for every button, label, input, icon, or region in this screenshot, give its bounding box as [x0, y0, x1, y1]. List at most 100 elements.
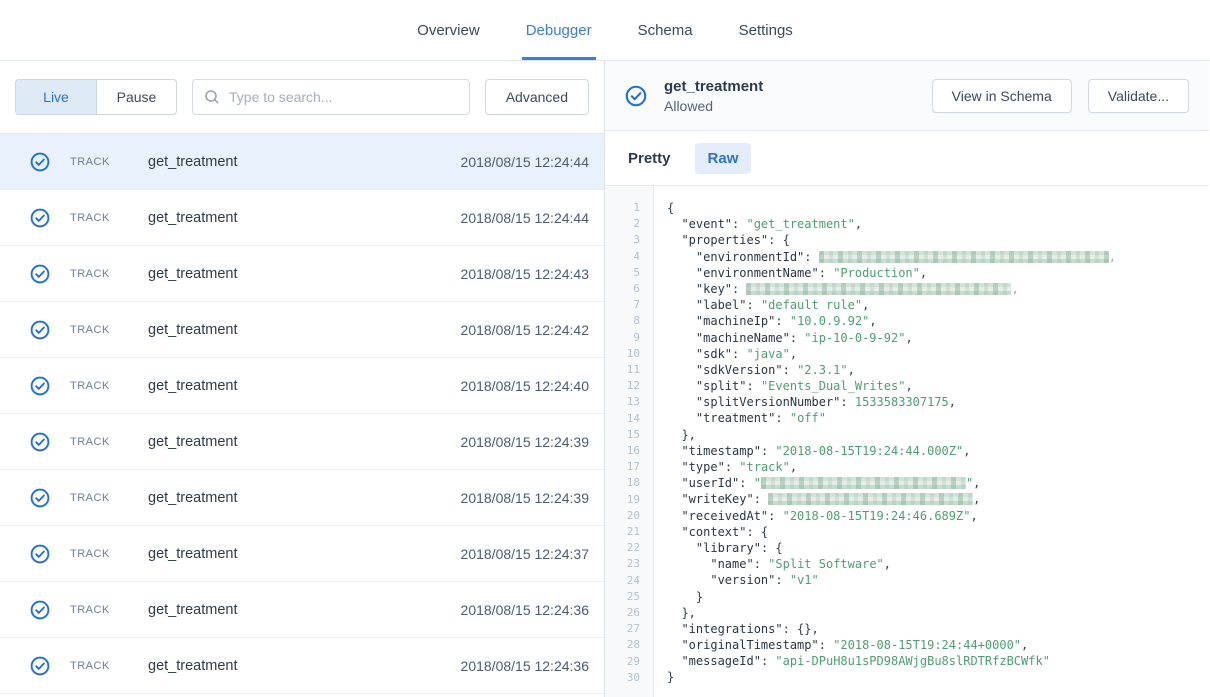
json-punctuation: : — [775, 411, 789, 425]
code-line: "properties": { — [667, 232, 1209, 248]
json-key: "environmentId" — [696, 250, 804, 264]
event-row[interactable]: TRACKget_treatment2018/08/15 12:24:44 — [0, 134, 604, 190]
line-number: 7 — [605, 297, 640, 313]
event-row[interactable]: TRACKget_treatment2018/08/15 12:24:43 — [0, 246, 604, 302]
tab-overview[interactable]: Overview — [416, 0, 481, 60]
event-timestamp: 2018/08/15 12:24:37 — [461, 546, 589, 562]
json-punctuation — [667, 411, 696, 425]
json-punctuation — [667, 233, 681, 247]
live-button[interactable]: Live — [16, 80, 96, 114]
event-row[interactable]: TRACKget_treatment2018/08/15 12:24:42 — [0, 302, 604, 358]
check-circle-icon — [625, 85, 647, 107]
event-timestamp: 2018/08/15 12:24:39 — [461, 434, 589, 450]
code-line: "type": "track", — [667, 459, 1209, 475]
redacted-value — [761, 477, 966, 489]
event-row[interactable]: TRACKget_treatment2018/08/15 12:24:39 — [0, 414, 604, 470]
json-value: "2018-08-15T19:24:44.000Z" — [775, 444, 963, 458]
json-punctuation: , — [970, 509, 977, 523]
json-punctuation: : — [768, 509, 782, 523]
json-punctuation — [667, 509, 681, 523]
json-punctuation: { — [667, 201, 674, 215]
code-line: "key": , — [667, 281, 1209, 297]
event-timestamp: 2018/08/15 12:24:39 — [461, 490, 589, 506]
code-line: "treatment": "off" — [667, 410, 1209, 426]
search-box[interactable] — [192, 79, 470, 115]
json-key: "splitVersionNumber" — [696, 395, 841, 409]
line-number: 12 — [605, 378, 640, 394]
line-number: 3 — [605, 232, 640, 248]
code-line: "splitVersionNumber": 1533583307175, — [667, 394, 1209, 410]
line-number: 26 — [605, 605, 640, 621]
event-row[interactable]: TRACKget_treatment2018/08/15 12:24:36 — [0, 582, 604, 638]
code-line: "timestamp": "2018-08-15T19:24:44.000Z", — [667, 443, 1209, 459]
json-punctuation: : — [754, 492, 768, 506]
event-stream-panel: Live Pause Advanced TRACKget_treatment20… — [0, 61, 605, 697]
json-punctuation: , — [848, 363, 855, 377]
validate-button[interactable]: Validate... — [1088, 79, 1189, 113]
code-line: "messageId": "api-DPuH8u1sPD98AWjgBu8slR… — [667, 653, 1209, 669]
check-circle-icon — [30, 432, 50, 452]
event-row[interactable]: TRACKget_treatment2018/08/15 12:24:40 — [0, 358, 604, 414]
json-punctuation: } — [667, 590, 703, 604]
line-number: 8 — [605, 313, 640, 329]
event-timestamp: 2018/08/15 12:24:44 — [461, 210, 589, 226]
json-punctuation: , — [963, 444, 970, 458]
json-punctuation: : — [761, 654, 775, 668]
code-line: "machineName": "ip-10-0-9-92", — [667, 330, 1209, 346]
json-punctuation — [667, 217, 681, 231]
json-punctuation: , — [1021, 638, 1028, 652]
code-line: "version": "v1" — [667, 572, 1209, 588]
json-punctuation: , — [884, 557, 891, 571]
code-line: } — [667, 669, 1209, 685]
tab-raw[interactable]: Raw — [695, 143, 752, 174]
event-timestamp: 2018/08/15 12:24:42 — [461, 322, 589, 338]
json-punctuation: , — [905, 331, 912, 345]
event-name: get_treatment — [148, 378, 237, 394]
event-timestamp: 2018/08/15 12:24:43 — [461, 266, 589, 282]
line-number: 18 — [605, 475, 640, 491]
json-punctuation — [667, 298, 696, 312]
json-key: "originalTimestamp" — [681, 638, 818, 652]
pause-button[interactable]: Pause — [96, 80, 176, 114]
event-type-label: TRACK — [70, 156, 148, 168]
json-key: "receivedAt" — [681, 509, 768, 523]
json-value: "Split Software" — [768, 557, 884, 571]
advanced-button[interactable]: Advanced — [485, 79, 589, 115]
json-punctuation: , — [862, 298, 869, 312]
json-punctuation — [667, 347, 696, 361]
line-number: 22 — [605, 540, 640, 556]
tab-pretty[interactable]: Pretty — [628, 150, 671, 167]
json-punctuation: : — [790, 331, 804, 345]
event-row[interactable]: TRACKget_treatment2018/08/15 12:24:44 — [0, 190, 604, 246]
view-in-schema-button[interactable]: View in Schema — [932, 79, 1072, 113]
json-punctuation — [667, 638, 681, 652]
code-line: }, — [667, 427, 1209, 443]
json-punctuation: , — [1109, 250, 1116, 264]
tab-settings[interactable]: Settings — [738, 0, 794, 60]
tab-schema[interactable]: Schema — [637, 0, 694, 60]
json-value: "ip-10-0-9-92" — [804, 331, 905, 345]
event-type-label: TRACK — [70, 492, 148, 504]
redacted-value — [819, 251, 1109, 263]
event-type-label: TRACK — [70, 548, 148, 560]
json-key: "machineName" — [696, 331, 790, 345]
line-number: 20 — [605, 508, 640, 524]
json-punctuation: , — [949, 395, 956, 409]
tab-debugger[interactable]: Debugger — [525, 0, 593, 60]
json-punctuation: , — [790, 347, 797, 361]
raw-json-viewer[interactable]: 1234567891011121314151617181920212223242… — [605, 186, 1209, 697]
json-key: "messageId" — [681, 654, 760, 668]
json-punctuation: : — [725, 460, 739, 474]
event-row[interactable]: TRACKget_treatment 2018/08/15 12:24:39 — [0, 470, 604, 526]
json-value: "10.0.9.92" — [790, 314, 869, 328]
json-punctuation: : — [819, 266, 833, 280]
event-row[interactable]: TRACKget_treatment2018/08/15 12:24:37 — [0, 526, 604, 582]
event-title-block: get_treatment Allowed — [664, 78, 763, 114]
event-row[interactable]: TRACKget_treatment2018/08/15 12:24:36 — [0, 638, 604, 694]
json-punctuation — [667, 525, 681, 539]
search-input[interactable] — [229, 89, 458, 105]
event-type-label: TRACK — [70, 324, 148, 336]
event-name: get_treatment — [148, 490, 237, 506]
json-punctuation: : { — [768, 233, 790, 247]
check-circle-icon — [30, 376, 50, 396]
